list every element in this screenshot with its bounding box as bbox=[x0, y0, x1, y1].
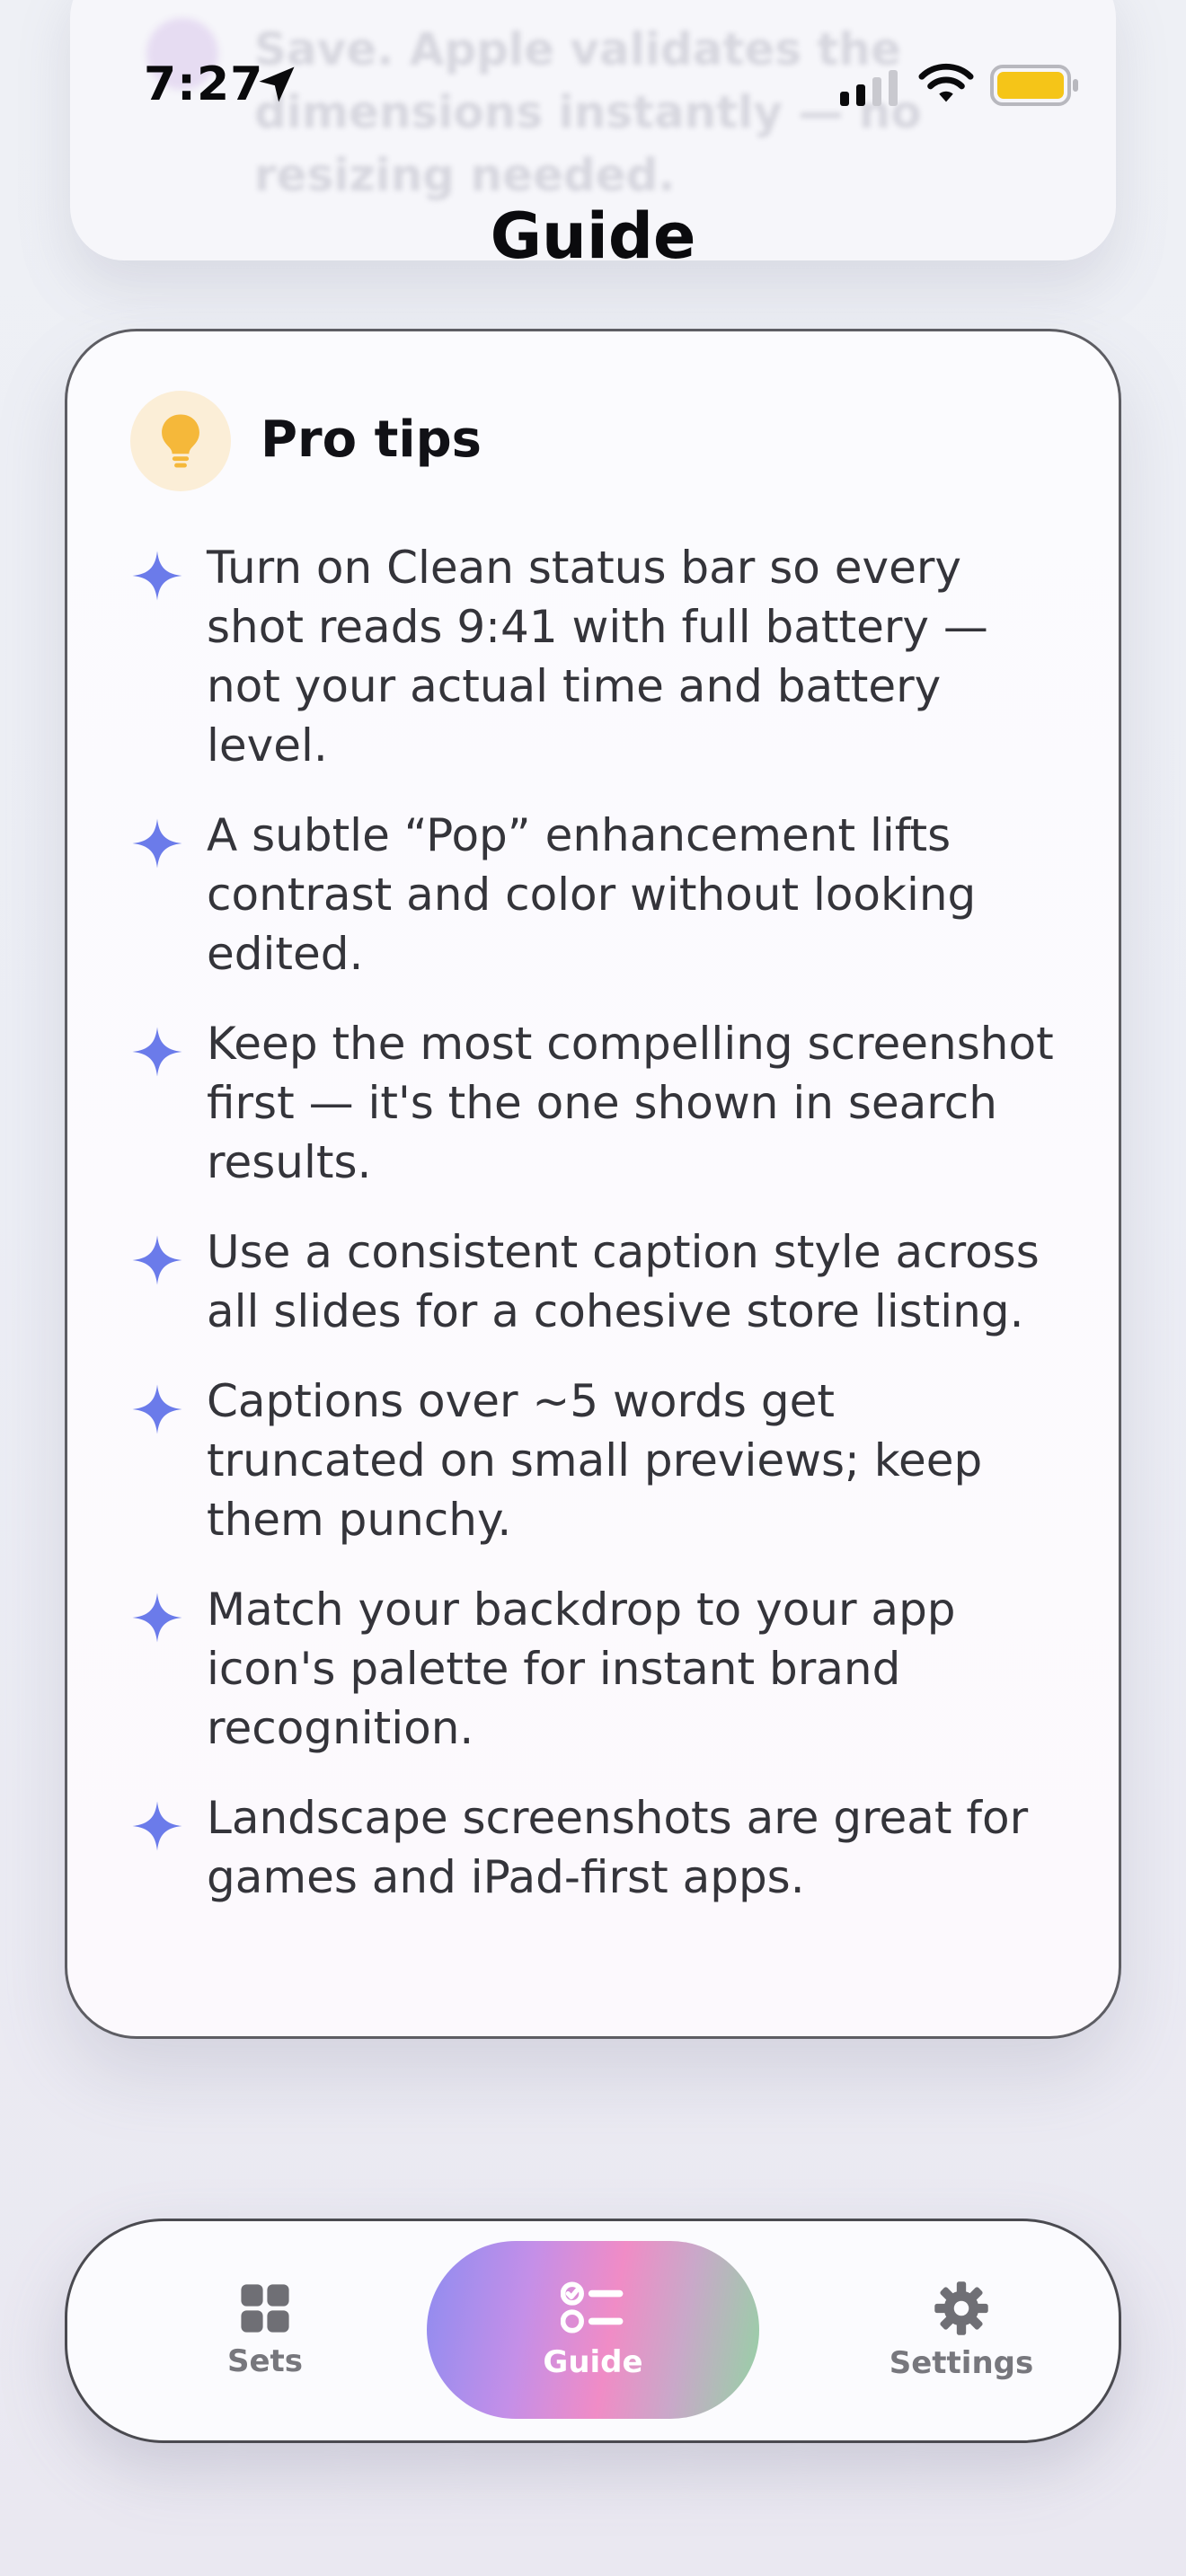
sparkle-icon bbox=[132, 1592, 182, 1643]
tip-text: A subtle “Pop” enhancement lifts contras… bbox=[207, 809, 977, 980]
battery-icon bbox=[990, 65, 1078, 106]
list-item: Match your backdrop to your app icon's p… bbox=[67, 1580, 1119, 1758]
tab-bar: Sets Guide Settings bbox=[65, 2219, 1121, 2443]
sparkle-icon bbox=[132, 1027, 182, 1077]
tips-list: Turn on Clean status bar so every shot r… bbox=[67, 538, 1119, 1937]
tab-label: Sets bbox=[226, 2343, 304, 2379]
tip-text: Use a consistent caption style across al… bbox=[207, 1226, 1040, 1337]
tip-text: Captions over ~5 words get truncated on … bbox=[207, 1375, 983, 1546]
gear-icon bbox=[934, 2281, 988, 2335]
grid-icon bbox=[241, 2284, 289, 2333]
cellular-signal-icon bbox=[840, 70, 898, 106]
tip-text: Turn on Clean status bar so every shot r… bbox=[207, 542, 988, 772]
tip-text: Keep the most compelling screenshot firs… bbox=[207, 1018, 1054, 1188]
pro-tips-card: Pro tips Turn on Clean status bar so eve… bbox=[65, 329, 1121, 2039]
wifi-icon bbox=[918, 63, 974, 102]
background-card-text: Save. Apple validates the dimensions ins… bbox=[254, 23, 922, 201]
list-item: Turn on Clean status bar so every shot r… bbox=[67, 538, 1119, 775]
location-arrow-icon bbox=[259, 66, 295, 102]
tab-label: Settings bbox=[889, 2345, 1034, 2381]
list-item: Landscape screenshots are great for game… bbox=[67, 1788, 1119, 1907]
tab-sets[interactable]: Sets bbox=[175, 2221, 355, 2440]
page-title: Guide bbox=[490, 199, 696, 273]
list-item: A subtle “Pop” enhancement lifts contras… bbox=[67, 806, 1119, 984]
tip-text: Landscape screenshots are great for game… bbox=[207, 1792, 1029, 1903]
card-title: Pro tips bbox=[261, 410, 482, 469]
tab-label: Guide bbox=[543, 2344, 643, 2380]
status-time: 7:27 bbox=[144, 57, 264, 111]
sparkle-icon bbox=[132, 1384, 182, 1434]
tab-guide[interactable]: Guide bbox=[427, 2241, 759, 2419]
sparkle-icon bbox=[132, 1235, 182, 1285]
sparkle-icon bbox=[132, 1801, 182, 1851]
lightbulb-icon bbox=[130, 391, 231, 491]
checklist-icon bbox=[561, 2281, 624, 2333]
list-item: Use a consistent caption style across al… bbox=[67, 1222, 1119, 1341]
tab-settings[interactable]: Settings bbox=[849, 2221, 1074, 2440]
tip-text: Match your backdrop to your app icon's p… bbox=[207, 1584, 956, 1754]
sparkle-icon bbox=[132, 551, 182, 601]
list-item: Captions over ~5 words get truncated on … bbox=[67, 1372, 1119, 1549]
sparkle-icon bbox=[132, 818, 182, 869]
list-item: Keep the most compelling screenshot firs… bbox=[67, 1014, 1119, 1192]
